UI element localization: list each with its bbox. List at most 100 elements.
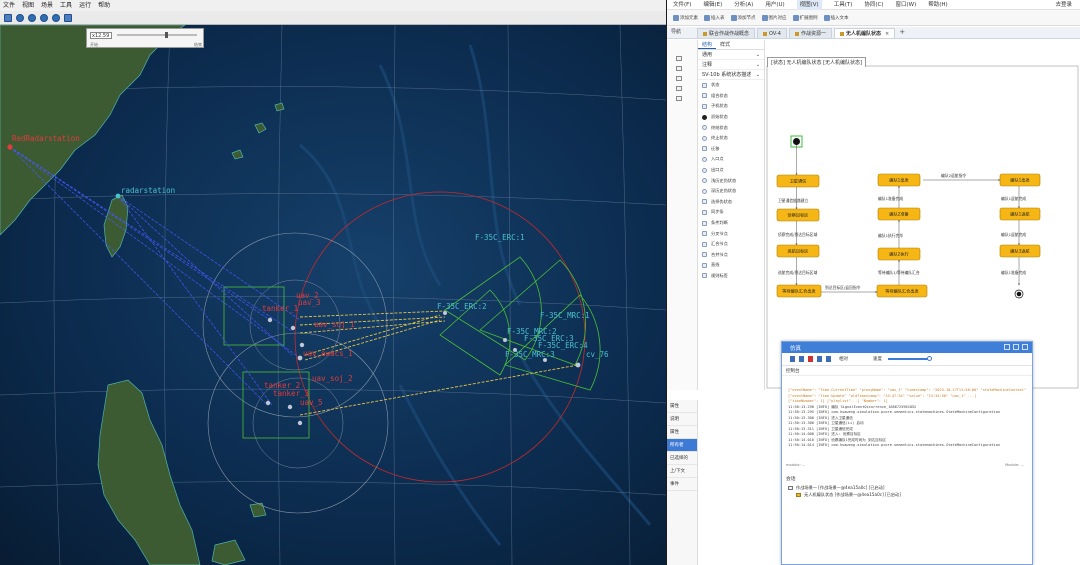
prop-item[interactable]: 已选择的	[667, 452, 697, 465]
close-icon[interactable]: ×	[885, 29, 889, 39]
tree-node-icon[interactable]	[676, 96, 682, 101]
palette-item-join[interactable]: 汇合节点	[698, 239, 764, 250]
rmenu-file[interactable]: 文件(F)	[673, 0, 691, 10]
restart-icon[interactable]	[817, 356, 822, 362]
rmenu-analysis[interactable]: 分析(A)	[734, 0, 753, 10]
toolbar-legend[interactable]: 扩展图例	[792, 14, 818, 21]
palette-item-label: 条件判断	[711, 220, 728, 226]
settings-icon[interactable]	[64, 13, 72, 22]
play-icon[interactable]	[28, 13, 36, 22]
rmenu-collab[interactable]: 协同(C)	[864, 0, 883, 10]
prop-item[interactable]: 上/下文	[667, 465, 697, 478]
palette-tab-style[interactable]: 样式	[716, 40, 734, 49]
tree-node-icon[interactable]	[676, 66, 682, 71]
rmenu-view[interactable]: 视图(V)	[796, 0, 822, 10]
palette-item-junction[interactable]: 条件判断	[698, 218, 764, 229]
tree-node-icon[interactable]	[676, 86, 682, 91]
palette-section-notes[interactable]: 注释 ⌄	[698, 60, 764, 70]
speed-slider-thumb[interactable]	[927, 356, 932, 362]
menu-scene[interactable]: 场景	[41, 0, 53, 11]
palette-item-state[interactable]: 状态	[698, 80, 764, 91]
tab-ov4[interactable]: OV-4	[757, 28, 787, 38]
palette-item-final[interactable]: 终结状态	[698, 122, 764, 133]
menu-run[interactable]: 运行	[79, 0, 91, 11]
state-machine-diagram[interactable]: 卫星通信 侦察目标区 巡航目标区 等待编队汇合出发 等待编队汇合出发 编队2执行…	[765, 40, 1080, 390]
session-item[interactable]: 作战场景一 [作战场景一@4ea15a0c] [已启动]	[788, 484, 1026, 491]
palette-item-rule-label[interactable]: 规则标签	[698, 271, 764, 282]
junction-icon	[702, 220, 707, 226]
step-icon[interactable]	[790, 356, 795, 362]
simulation-titlebar[interactable]: 仿真	[782, 342, 1032, 353]
palette-item-merge[interactable]: 合并节点	[698, 250, 764, 261]
palette-item-fork[interactable]: 分叉节点	[698, 228, 764, 239]
tree-node-icon[interactable]	[676, 56, 682, 61]
time-rate-field[interactable]: x12.59	[90, 32, 112, 39]
palette-item-deep-history[interactable]: 深历史伪状态	[698, 186, 764, 197]
toolbar-insert-text[interactable]: 插入文本	[823, 14, 849, 21]
session-tree: 作战场景一 [作战场景一@4ea15a0c] [已启动] 无人机编队状态 [作战…	[788, 484, 1026, 498]
session-item[interactable]: 无人机编队状态 [作战场景一@4ea15a0c] [已启动]	[788, 491, 1026, 498]
time-slider-thumb[interactable]	[165, 32, 168, 38]
label-f35c-mrc1: F-35C_MRC:1	[540, 311, 590, 320]
palette-item-initial[interactable]: 初始状态	[698, 112, 764, 123]
toolbar-image-map[interactable]: 图片对应	[761, 14, 787, 21]
section-label: 通用	[702, 52, 713, 58]
close-icon[interactable]	[1022, 344, 1028, 350]
toolbar-add-element[interactable]: 添加元素	[673, 14, 698, 21]
palette-item-terminate[interactable]: 终止状态	[698, 133, 764, 144]
maximize-icon[interactable]	[1013, 344, 1019, 350]
login-link[interactable]: 去登录	[1055, 0, 1072, 10]
prop-item[interactable]: 说明	[667, 413, 697, 426]
tab-uav-state[interactable]: 无人机编队状态 ×	[834, 28, 896, 39]
rmenu-help[interactable]: 帮助(H)	[928, 0, 947, 10]
rmenu-edit[interactable]: 编辑(E)	[703, 0, 722, 10]
palette-item-transition[interactable]: 迁移	[698, 144, 764, 155]
stop-icon[interactable]	[808, 356, 813, 362]
menu-tools[interactable]: 工具	[60, 0, 72, 11]
speed-slider[interactable]	[888, 356, 932, 362]
palette-item-choice[interactable]: 选择伪状态	[698, 197, 764, 208]
forward-icon[interactable]	[52, 13, 60, 22]
rmenu-user[interactable]: 用户(U)	[765, 0, 784, 10]
tab-concept[interactable]: 联合作战作战概念	[697, 28, 756, 38]
tab-resource[interactable]: 作战资源一	[788, 28, 832, 38]
session-label: 无人机编队状态 [作战场景一@4ea15a0c] [已启动]	[804, 491, 901, 497]
palette-tab-structure[interactable]: 结构	[698, 40, 717, 49]
palette-item-exit[interactable]: 出口点	[698, 165, 764, 176]
rewind-icon[interactable]	[16, 13, 24, 22]
toolbar-insert-table[interactable]: 插入表	[704, 14, 725, 21]
pause-icon[interactable]	[799, 356, 804, 362]
palette-item-entry[interactable]: 入口点	[698, 154, 764, 165]
menu-help[interactable]: 帮助	[98, 0, 110, 11]
palette-section-common[interactable]: 通用 ⌄	[698, 50, 764, 60]
new-tab-button[interactable]: +	[899, 27, 905, 38]
initial-node[interactable]	[793, 138, 800, 145]
menu-view[interactable]: 视图	[22, 0, 34, 11]
minimize-icon[interactable]	[1004, 344, 1010, 350]
console-status-right: Module: ...	[1005, 463, 1024, 467]
toolbar-add-node[interactable]: 添加节点	[730, 14, 756, 21]
prop-item-selected[interactable]: 所有者	[667, 439, 697, 452]
pause-icon[interactable]	[40, 13, 48, 22]
menu-file[interactable]: 文件	[3, 0, 15, 11]
prop-item[interactable]: 属性	[667, 426, 697, 439]
rmenu-window[interactable]: 窗口(W)	[896, 0, 917, 10]
console-output[interactable]: ["eventName": "Time.CurrentTime" "proxyN…	[788, 388, 1026, 466]
run-icon[interactable]	[826, 356, 831, 362]
palette-item-composite[interactable]: 组合状态	[698, 91, 764, 102]
palette-item-line[interactable]: 直线	[698, 260, 764, 271]
prop-item[interactable]: 事件	[667, 478, 697, 491]
state-machine-icon	[796, 492, 801, 497]
map-viewport[interactable]: RedRadarstation radarstation F-35C_ERC:1…	[0, 25, 666, 565]
palette-section-sv10b[interactable]: SV-10b 系统状态描述 ⌄	[698, 70, 764, 80]
palette-item-sync[interactable]: 同步条	[698, 207, 764, 218]
time-slider[interactable]	[117, 32, 197, 38]
palette-item-shallow-history[interactable]: 浅历史伪状态	[698, 175, 764, 186]
tree-node-icon[interactable]	[676, 76, 682, 81]
globe-icon[interactable]	[4, 13, 12, 22]
prop-item[interactable]: 属性	[667, 400, 697, 413]
palette-item-submachine[interactable]: 子机状态	[698, 101, 764, 112]
transition-label: 编队1执行完毕	[878, 233, 903, 238]
fork-icon	[702, 231, 707, 237]
rmenu-tools[interactable]: 工具(T)	[834, 0, 853, 10]
